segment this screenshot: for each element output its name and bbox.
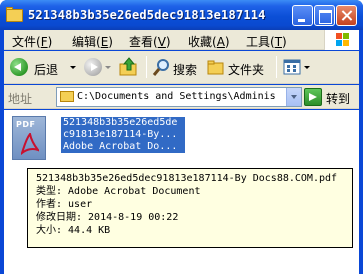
pdf-file-icon[interactable]: PDF (12, 116, 46, 160)
menu-tools-label: 工具 (246, 35, 271, 49)
menu-tools-key: T (274, 35, 283, 49)
folder-icon (6, 7, 23, 22)
back-button[interactable]: 后退 (8, 56, 78, 78)
toolbar: 后退 搜索 文件夹 (4, 51, 359, 84)
go-button-label[interactable]: 转到 (326, 90, 350, 107)
toolbar-separator (276, 56, 277, 78)
menu-file[interactable]: 文件(F) (12, 33, 52, 50)
menu-edit-key: E (100, 35, 109, 49)
go-arrow-icon[interactable] (304, 88, 322, 106)
menu-view-label: 查看 (129, 35, 154, 49)
address-bar: 地址 C:\Documents and Settings\Adminis 转到 (4, 85, 359, 109)
folders-button[interactable]: 文件夹 (206, 56, 270, 78)
folder-up-icon (119, 57, 137, 76)
file-name-line: c91813e187114-By... (63, 129, 178, 140)
menu-edit-label: 编辑 (72, 35, 97, 49)
menu-favorites-key: A (216, 35, 225, 49)
forward-arrow-icon (84, 58, 102, 76)
file-name-line: 521348b3b35e26ed5de (63, 117, 178, 128)
address-value: C:\Documents and Settings\Adminis (77, 91, 276, 102)
back-dropdown-icon[interactable] (70, 66, 76, 69)
menu-edit[interactable]: 编辑(E) (72, 33, 113, 50)
close-button[interactable] (336, 5, 357, 26)
search-button-label: 搜索 (173, 63, 198, 77)
address-label: 地址 (8, 92, 33, 106)
views-dropdown-icon[interactable] (304, 66, 310, 69)
folders-icon (207, 60, 224, 75)
windows-logo-icon (324, 30, 359, 50)
search-button[interactable]: 搜索 (152, 56, 202, 78)
minimize-button[interactable] (292, 5, 313, 26)
menu-favorites[interactable]: 收藏(A) (188, 33, 230, 50)
views-icon (283, 59, 301, 75)
file-name-line: Adobe Acrobat Do... (63, 141, 178, 152)
menu-bar: 文件(F) 编辑(E) 查看(V) 收藏(A) 工具(T) (4, 30, 359, 50)
address-input[interactable]: C:\Documents and Settings\Adminis (56, 87, 302, 107)
tooltip-author: 作者: user (36, 199, 93, 210)
file-name-label[interactable]: 521348b3b35e26ed5de c91813e187114-By... … (61, 117, 185, 153)
pdf-tag-label: PDF (16, 120, 36, 129)
menu-file-label: 文件 (12, 35, 37, 49)
tooltip-size: 大小: 44.4 KB (36, 225, 111, 236)
toolbar-separator (146, 56, 147, 78)
menu-view[interactable]: 查看(V) (129, 33, 171, 50)
explorer-window: 521348b3b35e26ed5dec91813e187114 文件(F) 编… (0, 0, 363, 274)
menu-file-key: F (40, 35, 48, 49)
acrobat-logo-icon (21, 133, 39, 155)
folder-icon (60, 91, 74, 102)
views-button[interactable] (282, 56, 312, 78)
menu-view-key: V (157, 35, 166, 49)
forward-dropdown-icon[interactable] (105, 66, 111, 69)
folders-button-label: 文件夹 (228, 63, 265, 77)
window-title: 521348b3b35e26ed5dec91813e187114 (28, 8, 266, 22)
file-list-pane[interactable]: PDF 521348b3b35e26ed5de c91813e187114-By… (4, 110, 359, 274)
back-button-label: 后退 (34, 63, 59, 77)
maximize-button[interactable] (314, 5, 335, 26)
tooltip-type: 类型: Adobe Acrobat Document (36, 186, 201, 197)
menu-tools[interactable]: 工具(T) (246, 33, 287, 50)
tooltip-filename: 521348b3b35e26ed5dec91813e187114-By Docs… (36, 173, 338, 184)
up-folder-button[interactable] (118, 56, 142, 78)
forward-button[interactable] (82, 56, 112, 78)
tooltip-modified: 修改日期: 2014-8-19 00:22 (36, 212, 179, 223)
file-info-tooltip: 521348b3b35e26ed5dec91813e187114-By Docs… (27, 168, 353, 248)
address-dropdown-button[interactable] (286, 88, 301, 106)
search-icon (152, 59, 169, 76)
back-arrow-icon (10, 58, 28, 76)
title-bar[interactable]: 521348b3b35e26ed5dec91813e187114 (0, 0, 363, 30)
menu-favorites-label: 收藏 (188, 35, 213, 49)
